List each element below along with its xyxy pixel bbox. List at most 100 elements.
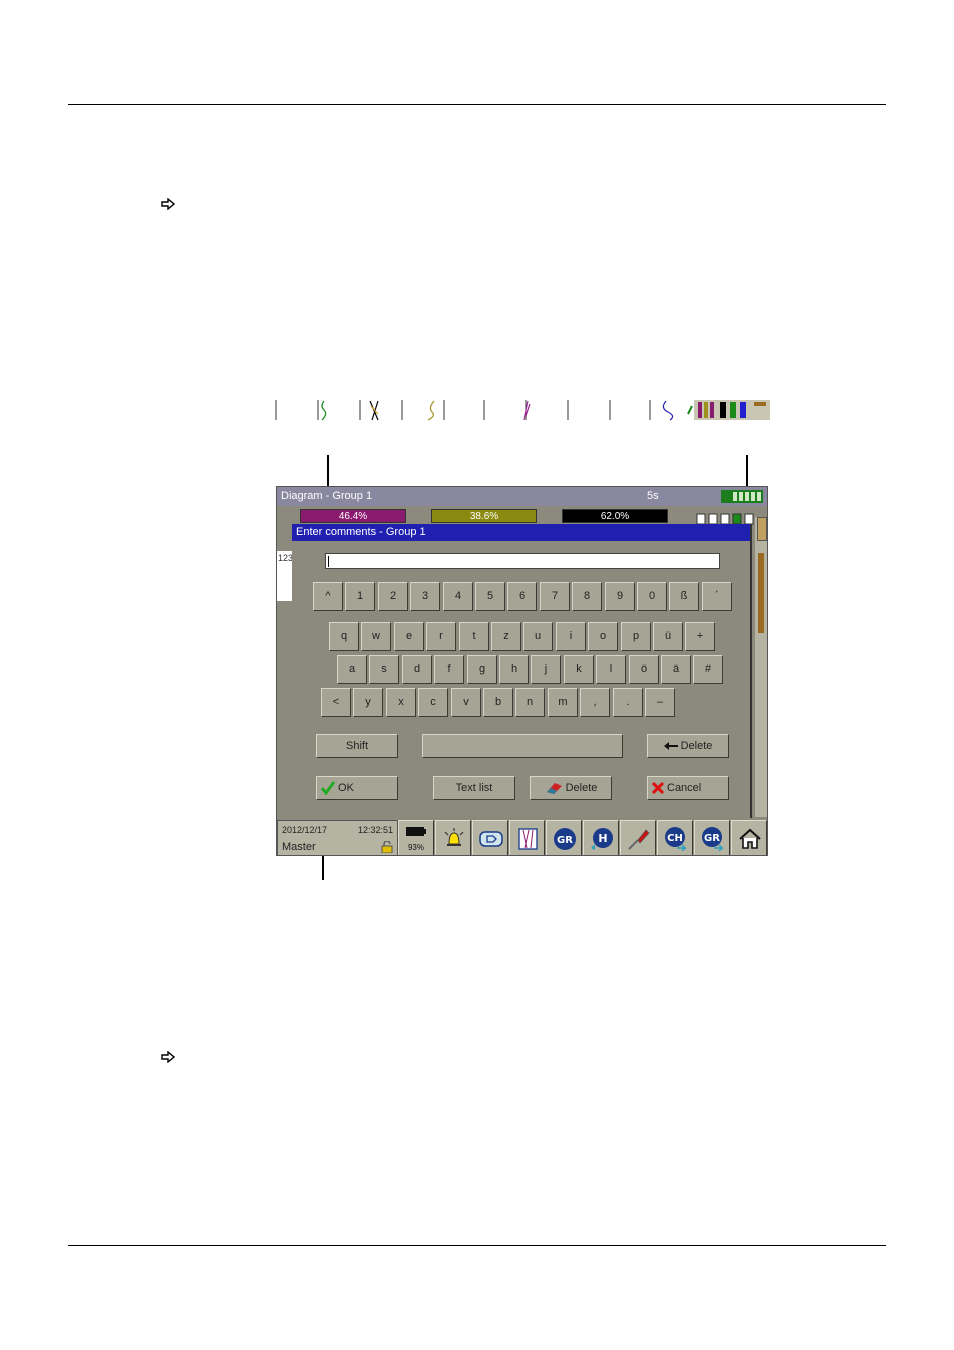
- ok-button[interactable]: OK: [316, 776, 398, 800]
- eraser-icon: [546, 783, 562, 795]
- key-2-7[interactable]: k: [564, 655, 594, 684]
- comment-input[interactable]: [325, 553, 720, 569]
- text-list-button[interactable]: Text list: [433, 776, 515, 800]
- scroll-thumb[interactable]: [757, 517, 767, 541]
- key-0-10[interactable]: 0: [637, 582, 667, 611]
- status-panel: 2012/12/17 12:32:51 Master: [277, 820, 398, 855]
- key-3-1[interactable]: y: [353, 688, 383, 717]
- trace-thumbnail-strip: [275, 400, 770, 421]
- key-1-3[interactable]: r: [426, 622, 456, 651]
- key-2-3[interactable]: f: [434, 655, 464, 684]
- lock-icon: [381, 841, 393, 853]
- history-button[interactable]: H: [583, 820, 619, 855]
- gr-icon: GR: [554, 828, 576, 850]
- key-1-6[interactable]: u: [523, 622, 553, 651]
- diagram-button[interactable]: [509, 820, 545, 855]
- key-1-10[interactable]: ü: [653, 622, 683, 651]
- checkmark-icon: [321, 781, 335, 796]
- arrow-right-icon: [161, 1051, 175, 1063]
- channel-bar-3: 62.0%: [562, 509, 668, 523]
- key-2-6[interactable]: j: [531, 655, 561, 684]
- header-rule: [68, 104, 886, 105]
- key-0-8[interactable]: 8: [572, 582, 602, 611]
- key-1-8[interactable]: o: [588, 622, 618, 651]
- svg-text:H: H: [598, 832, 607, 845]
- key-1-11[interactable]: +: [685, 622, 715, 651]
- key-2-0[interactable]: a: [337, 655, 367, 684]
- screen-title: Diagram - Group 1: [281, 490, 373, 502]
- key-0-5[interactable]: 5: [475, 582, 505, 611]
- backspace-label: Delete: [680, 740, 713, 752]
- space-button[interactable]: [422, 734, 623, 758]
- key-2-8[interactable]: l: [596, 655, 626, 684]
- message-button[interactable]: [472, 820, 508, 855]
- group-switch-button[interactable]: GR: [694, 820, 730, 855]
- key-3-4[interactable]: v: [451, 688, 481, 717]
- key-0-4[interactable]: 4: [443, 582, 473, 611]
- group-button[interactable]: GR: [546, 820, 582, 855]
- key-1-4[interactable]: t: [459, 622, 489, 651]
- memory-button[interactable]: 93%: [398, 820, 434, 855]
- key-3-6[interactable]: n: [515, 688, 545, 717]
- svg-text:GR: GR: [704, 833, 720, 844]
- key-2-2[interactable]: d: [402, 655, 432, 684]
- gr-switch-icon: GR: [702, 827, 724, 852]
- home-button[interactable]: [731, 820, 767, 855]
- key-3-3[interactable]: c: [418, 688, 448, 717]
- text-caret: [328, 556, 329, 567]
- key-0-7[interactable]: 7: [540, 582, 570, 611]
- screwdriver-icon: [628, 829, 650, 850]
- key-1-1[interactable]: w: [361, 622, 391, 651]
- dialog-title: Enter comments - Group 1: [292, 524, 750, 541]
- key-2-4[interactable]: g: [467, 655, 497, 684]
- key-2-11[interactable]: #: [693, 655, 723, 684]
- key-3-8[interactable]: ,: [580, 688, 610, 717]
- key-1-0[interactable]: q: [329, 622, 359, 651]
- key-3-7[interactable]: m: [548, 688, 578, 717]
- key-0-2[interactable]: 2: [378, 582, 408, 611]
- bell-icon: [444, 828, 464, 846]
- key-3-0[interactable]: <: [321, 688, 351, 717]
- key-2-1[interactable]: s: [369, 655, 399, 684]
- screen-titlebar: Diagram - Group 1 5s: [277, 487, 767, 506]
- svg-text:GR: GR: [557, 835, 573, 846]
- key-0-3[interactable]: 3: [410, 582, 440, 611]
- key-1-9[interactable]: p: [621, 622, 651, 651]
- channel-button[interactable]: CH: [657, 820, 693, 855]
- backspace-button[interactable]: Delete: [647, 734, 729, 758]
- screen-interval: 5s: [647, 490, 659, 502]
- key-1-2[interactable]: e: [394, 622, 424, 651]
- cancel-label: Cancel: [667, 782, 702, 794]
- vertical-scrollbar[interactable]: [755, 517, 767, 817]
- channel-bar-2: 38.6%: [431, 509, 537, 523]
- key-0-12[interactable]: ´: [702, 582, 732, 611]
- cancel-button[interactable]: Cancel: [647, 776, 729, 800]
- key-0-6[interactable]: 6: [507, 582, 537, 611]
- key-3-10[interactable]: –: [645, 688, 675, 717]
- device-screen: Diagram - Group 1 5s 46.4% 38.6% 62.0% 1…: [276, 486, 768, 856]
- key-1-7[interactable]: i: [556, 622, 586, 651]
- key-3-5[interactable]: b: [483, 688, 513, 717]
- key-0-9[interactable]: 9: [605, 582, 635, 611]
- alarm-button[interactable]: [435, 820, 471, 855]
- shift-button[interactable]: Shift: [316, 734, 398, 758]
- scroll-track-bar: [758, 553, 764, 633]
- key-1-5[interactable]: z: [491, 622, 521, 651]
- configuration-button[interactable]: [620, 820, 656, 855]
- key-2-5[interactable]: h: [499, 655, 529, 684]
- cancel-x-icon: [652, 782, 664, 795]
- h-icon: H: [591, 828, 613, 850]
- key-2-9[interactable]: ö: [629, 655, 659, 684]
- key-0-11[interactable]: ß: [669, 582, 699, 611]
- chart-scale-label: 123: [278, 553, 294, 563]
- arrow-left-icon: [663, 742, 678, 751]
- key-3-9[interactable]: .: [613, 688, 643, 717]
- clear-button[interactable]: Delete: [530, 776, 612, 800]
- key-3-2[interactable]: x: [386, 688, 416, 717]
- key-0-0[interactable]: ^: [313, 582, 343, 611]
- home-icon: [739, 828, 761, 849]
- key-2-10[interactable]: ä: [661, 655, 691, 684]
- key-0-1[interactable]: 1: [345, 582, 375, 611]
- chart-area: 123: [277, 551, 293, 601]
- diagram-icon: [518, 828, 538, 850]
